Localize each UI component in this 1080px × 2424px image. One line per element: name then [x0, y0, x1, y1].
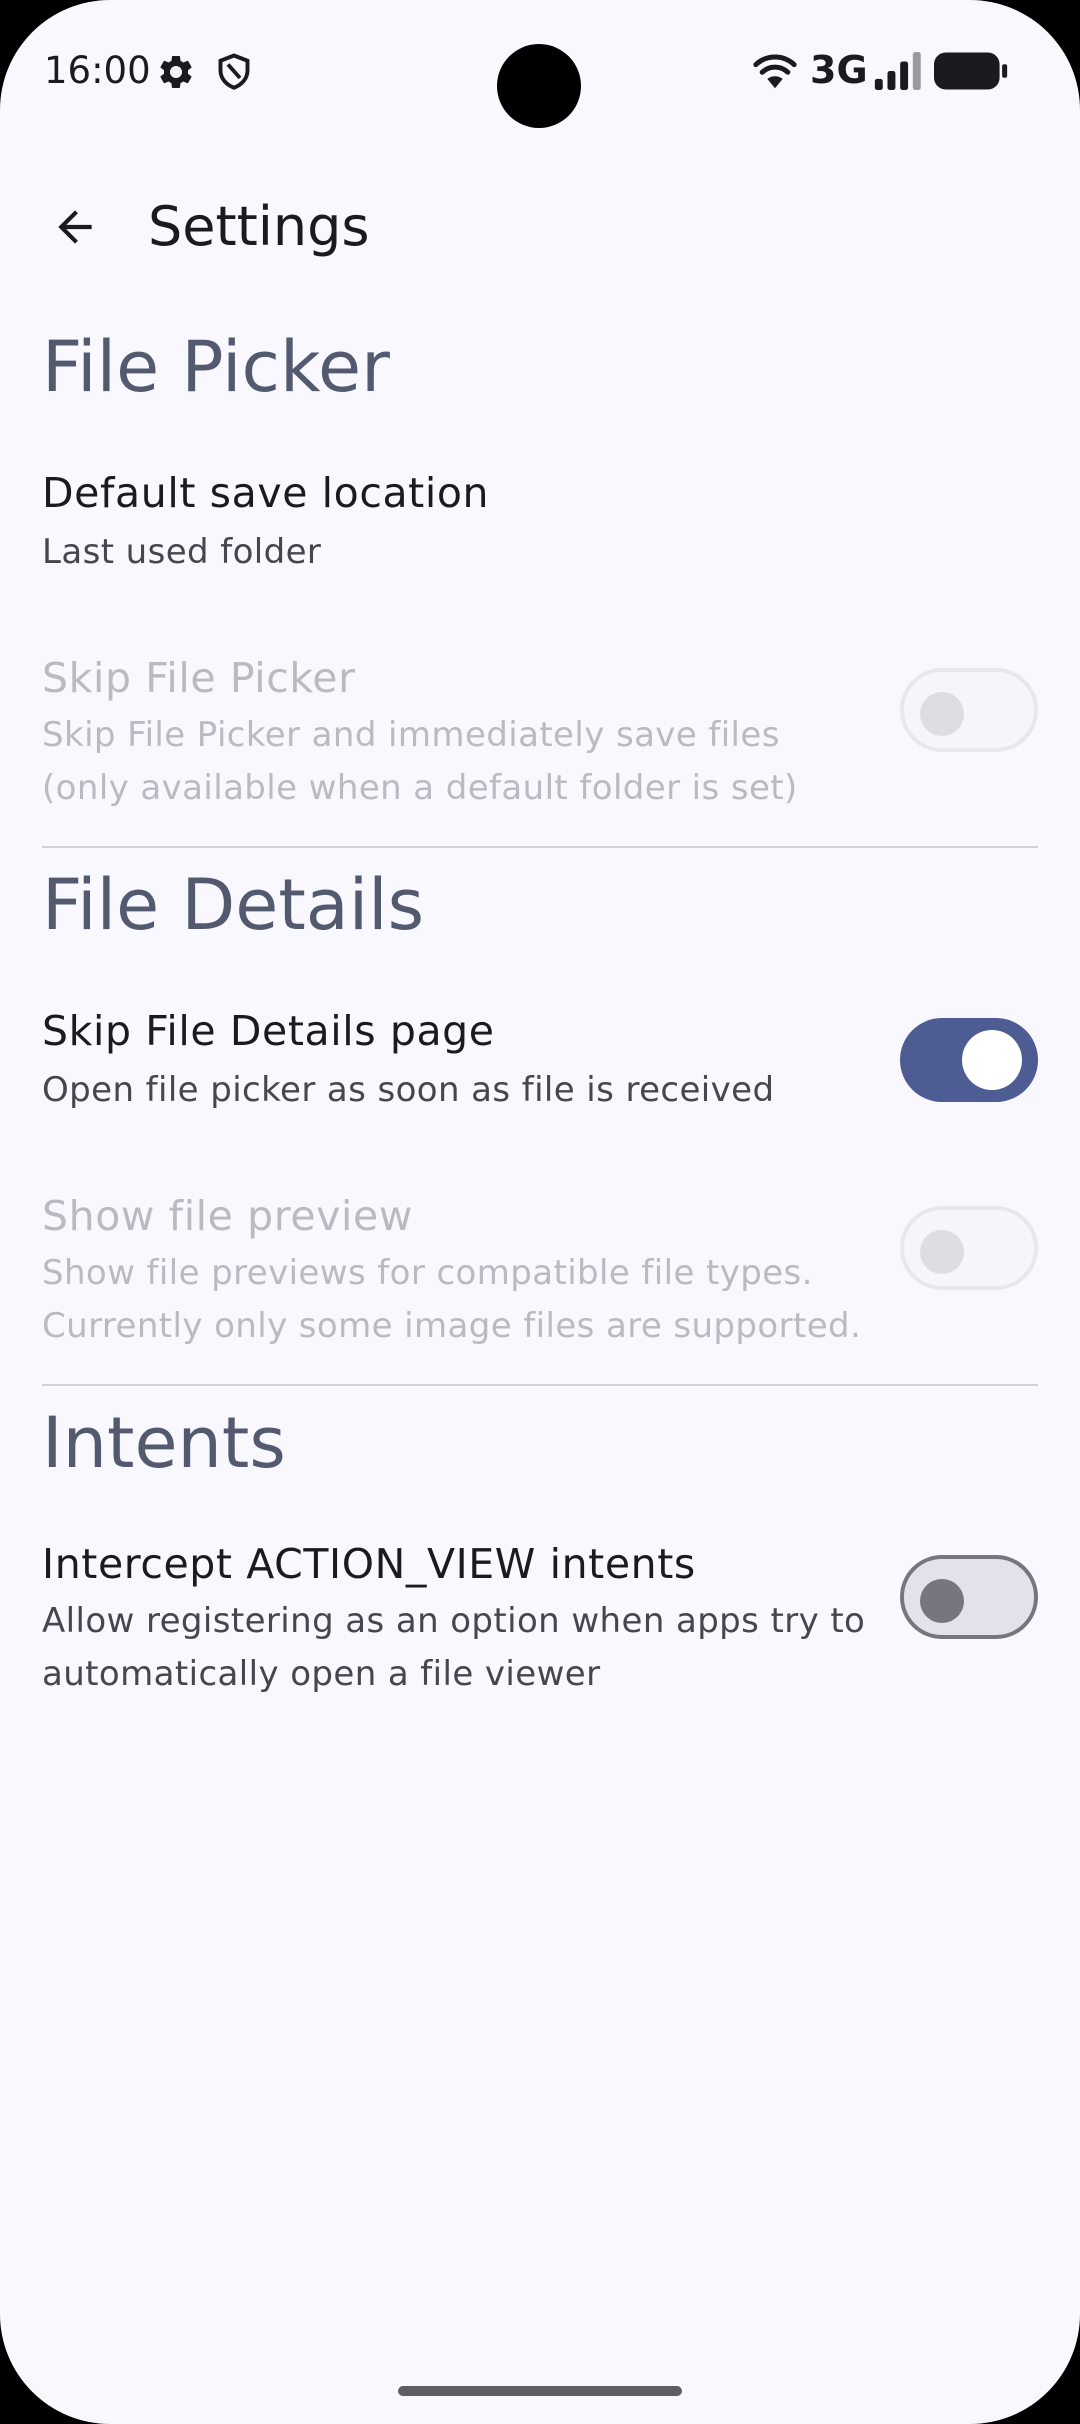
settings-gear-icon [160, 55, 192, 88]
pref-title: Skip File Details page [42, 1007, 495, 1055]
pref-summary: Show file previews for compatible file t… [42, 1253, 862, 1346]
pref-title: Skip File Picker [42, 654, 356, 702]
skip-file-details-switch[interactable] [900, 1018, 1038, 1102]
section-header-file-picker: File Picker [42, 326, 390, 408]
wifi-icon [753, 54, 797, 89]
intercept-action-view-switch[interactable] [900, 1555, 1038, 1639]
pref-summary: Skip File Picker and immediately save fi… [42, 715, 798, 808]
shield-icon [218, 53, 250, 90]
home-indicator[interactable] [398, 2386, 682, 2396]
pref-summary: Allow registering as an option when apps… [42, 1601, 866, 1694]
status-time: 16:00 [44, 49, 151, 92]
arrow-back-icon [58, 210, 92, 244]
pref-title: Show file preview [42, 1192, 413, 1240]
skip-file-picker-switch[interactable] [900, 668, 1038, 752]
battery-icon [934, 52, 1008, 90]
settings-screen: 16:00 3G Settings File Picker Default sa… [0, 0, 1080, 2424]
switch-thumb [920, 1579, 964, 1623]
signal-icon [874, 52, 921, 90]
back-button[interactable] [30, 170, 120, 284]
show-file-preview-switch[interactable] [900, 1206, 1038, 1290]
pref-summary: Open file picker as soon as file is rece… [42, 1070, 775, 1110]
page-title: Settings [148, 195, 370, 258]
switch-thumb [962, 1030, 1022, 1090]
top-app-bar: Settings [0, 170, 1080, 284]
switch-thumb [920, 1230, 964, 1274]
pref-title: Default save location [42, 469, 490, 517]
switch-thumb [920, 692, 964, 736]
section-header-intents: Intents [42, 1402, 286, 1484]
network-type-label: 3G [810, 48, 868, 92]
divider [42, 846, 1038, 848]
section-header-file-details: File Details [42, 864, 425, 946]
status-bar: 16:00 3G [0, 0, 1080, 140]
pref-summary: Last used folder [42, 532, 322, 572]
camera-cutout [497, 44, 581, 128]
divider [42, 1384, 1038, 1386]
pref-title: Intercept ACTION_VIEW intents [42, 1540, 696, 1588]
